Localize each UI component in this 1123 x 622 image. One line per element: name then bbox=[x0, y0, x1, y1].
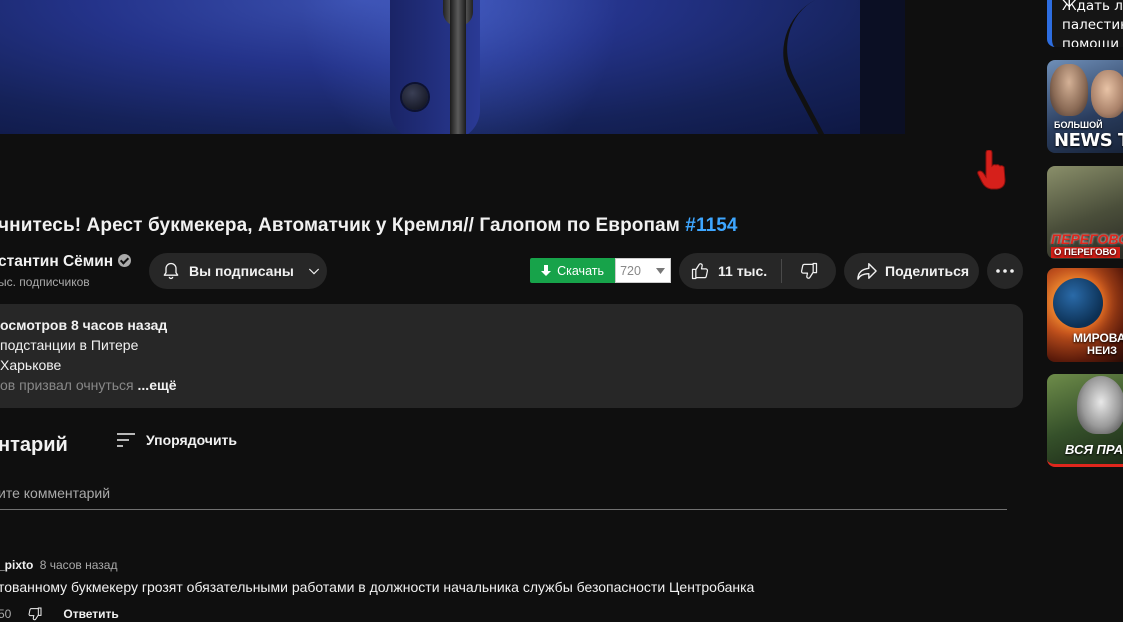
video-frame-button bbox=[402, 84, 428, 110]
comment-time[interactable]: 8 часов назад bbox=[40, 558, 118, 572]
description-box[interactable]: осмотров 8 часов назад подстанции в Пите… bbox=[0, 304, 1023, 408]
comment-input[interactable]: ите комментарий bbox=[0, 485, 1007, 510]
comment-actions: 50 Ответить bbox=[0, 606, 119, 622]
description-line: подстанции в Питере bbox=[0, 337, 139, 353]
thumbnail-text: О ПЕРЕГОВО bbox=[1051, 247, 1120, 258]
quality-value: 720 bbox=[620, 263, 641, 278]
comment-like-count: 50 bbox=[0, 607, 12, 621]
thumbnail-text: ПЕРЕГОВО bbox=[1051, 231, 1123, 247]
video-player[interactable] bbox=[0, 0, 905, 134]
video-hashtag[interactable]: #1154 bbox=[685, 215, 737, 236]
description-truncated-text: ов призвал очнуться bbox=[0, 377, 134, 393]
hand-cursor-icon bbox=[977, 150, 1006, 190]
video-frame-edge bbox=[860, 0, 905, 134]
sort-label: Упорядочить bbox=[146, 432, 238, 448]
thumbnail-text: БОЛЬШОЙ bbox=[1054, 120, 1103, 130]
quality-select[interactable]: 720 bbox=[615, 258, 671, 283]
reply-button[interactable]: Ответить bbox=[63, 607, 118, 621]
recommended-video-thumbnail[interactable]: БОЛЬШОЙ NEWS TAL bbox=[1047, 60, 1123, 153]
recommended-video-thumbnail[interactable]: Ждать ли палестин помощи bbox=[1047, 0, 1123, 47]
subscribed-label: Вы подписаны bbox=[189, 263, 294, 279]
thumbnail-portrait bbox=[1050, 64, 1088, 116]
download-arrow-icon bbox=[541, 264, 552, 276]
download-widget: Скачать 720 bbox=[530, 258, 671, 283]
thumbnail-globe bbox=[1053, 278, 1103, 328]
channel-name[interactable]: стантин Сёмин bbox=[0, 253, 132, 271]
comment-header: _pixto 8 часов назад bbox=[0, 558, 117, 572]
dislike-button[interactable] bbox=[782, 253, 836, 289]
subscribed-button[interactable]: Вы подписаны bbox=[149, 253, 327, 289]
thumbnail-text: NEWS TAL bbox=[1054, 130, 1123, 151]
recommended-video-thumbnail[interactable]: МИРОВА НЕИЗ bbox=[1047, 268, 1123, 362]
comment-text: тованному букмекеру грозят обязательными… bbox=[0, 579, 755, 595]
share-label: Поделиться bbox=[885, 263, 970, 279]
show-more-link[interactable]: ...ещё bbox=[134, 377, 177, 393]
download-label: Скачать bbox=[557, 263, 604, 278]
verified-icon bbox=[118, 254, 132, 267]
like-button[interactable]: 11 тыс. bbox=[679, 259, 783, 283]
video-title: чнитесь! Арест букмекера, Автоматчик у К… bbox=[0, 215, 738, 237]
thumbnail-text: МИРОВА bbox=[1073, 331, 1123, 345]
chevron-down-icon bbox=[308, 268, 319, 275]
download-button[interactable]: Скачать bbox=[530, 258, 616, 283]
comment-author[interactable]: _pixto bbox=[0, 558, 33, 572]
thumb-up-icon bbox=[691, 263, 709, 280]
thumbnail-portrait bbox=[1091, 70, 1123, 118]
recommended-video-thumbnail[interactable]: ВСЯ ПРАВ bbox=[1047, 374, 1123, 467]
thumb-down-icon[interactable] bbox=[27, 606, 43, 622]
thumbnail-text: НЕИЗ bbox=[1087, 345, 1118, 357]
more-actions-button[interactable] bbox=[987, 253, 1023, 289]
video-frame-mic-stand bbox=[450, 0, 466, 134]
thumbnail-animal bbox=[1077, 376, 1123, 434]
thumbnail-text: ВСЯ ПРАВ bbox=[1065, 442, 1123, 457]
like-count: 11 тыс. bbox=[718, 263, 768, 279]
description-line: ов призвал очнуться ...ещё bbox=[0, 377, 177, 393]
description-line: Харькове bbox=[0, 357, 62, 373]
bell-icon bbox=[163, 262, 179, 280]
subscriber-count: ыс. подписчиков bbox=[0, 275, 90, 289]
caret-down-icon bbox=[656, 267, 665, 274]
share-icon bbox=[857, 263, 877, 280]
thumbnail-text: Ждать ли bbox=[1062, 0, 1123, 14]
description-stats: осмотров 8 часов назад bbox=[0, 317, 168, 333]
comments-count: нтарий bbox=[0, 434, 68, 456]
more-icon bbox=[996, 269, 1014, 273]
share-button[interactable]: Поделиться bbox=[844, 253, 979, 289]
thumbnail-text: палестин bbox=[1062, 17, 1123, 33]
recommended-video-thumbnail[interactable]: ПЕРЕГОВО О ПЕРЕГОВО bbox=[1047, 166, 1123, 259]
channel-name-text[interactable]: стантин Сёмин bbox=[0, 253, 113, 270]
video-title-text: чнитесь! Арест букмекера, Автоматчик у К… bbox=[0, 215, 680, 236]
sort-icon bbox=[117, 433, 135, 447]
thumb-down-icon bbox=[801, 262, 818, 279]
like-dislike-group: 11 тыс. bbox=[679, 253, 836, 289]
sort-button[interactable]: Упорядочить bbox=[116, 432, 237, 448]
thumbnail-text: помощи bbox=[1062, 36, 1120, 47]
